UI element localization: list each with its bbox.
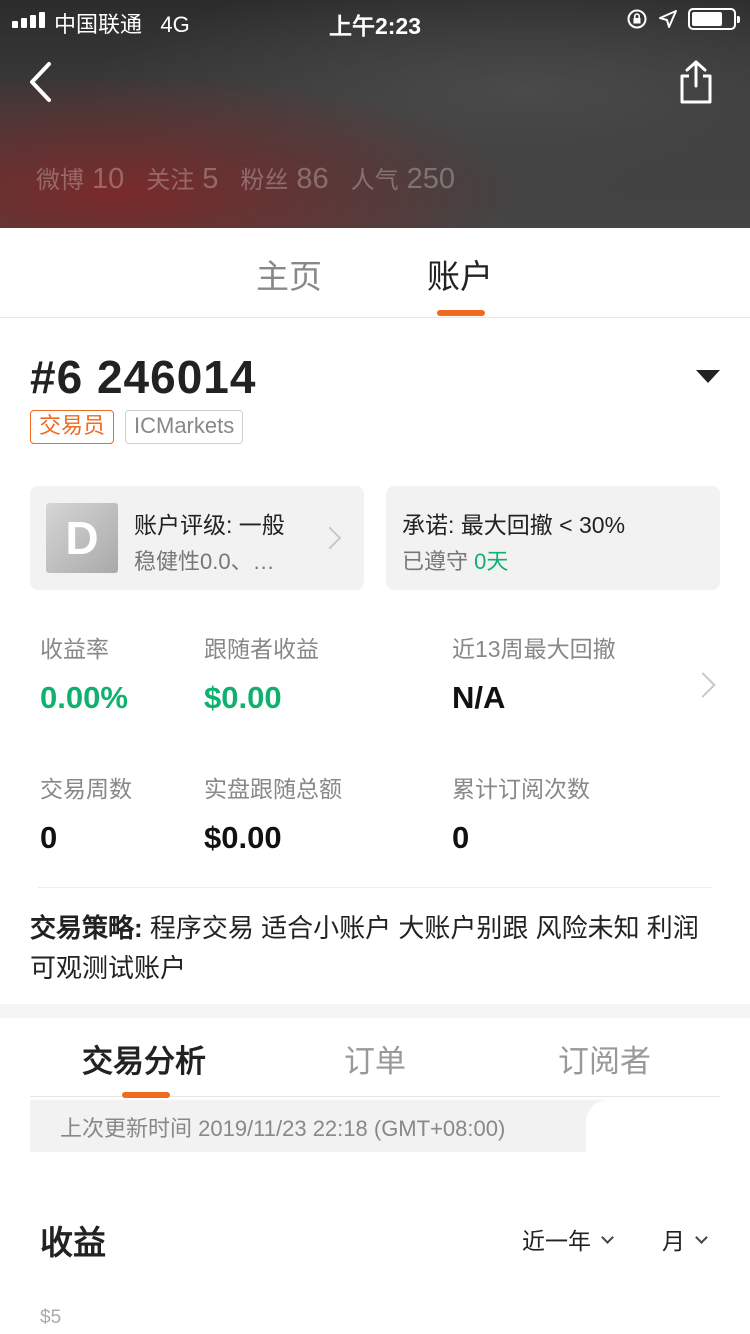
account-dropdown-arrow-icon[interactable] <box>696 370 720 383</box>
metric-value-trading-weeks: 0 <box>40 820 58 855</box>
stat-following[interactable]: 关注 5 <box>146 160 218 196</box>
metric-label-follower-profit: 跟随者收益 <box>204 636 319 662</box>
metric-value-follower-profit: $0.00 <box>204 680 282 715</box>
trader-tag: 交易员 <box>30 410 115 444</box>
tab-account[interactable]: 账户 <box>427 250 493 298</box>
metric-value-return: 0.00% <box>40 680 128 715</box>
metric-label-follow-total: 实盘跟随总额 <box>204 776 342 802</box>
tab-subscribers[interactable]: 订阅者 <box>558 1036 651 1081</box>
rating-title: 账户评级: 一般 <box>134 512 285 538</box>
promise-days: 0天 <box>474 549 509 574</box>
metric-value-subscriptions: 0 <box>452 820 470 855</box>
chevron-right-icon[interactable] <box>690 672 716 698</box>
last-updated-text: 上次更新时间 2019/11/23 22:18 (GMT+08:00) <box>60 1116 506 1141</box>
profile-stats: 微博 10 关注 5 粉丝 86 人气 250 <box>36 160 477 196</box>
account-id: #6 246014 <box>30 351 257 403</box>
period-select[interactable]: 月 <box>662 1222 708 1256</box>
strategy-label: 交易策略: <box>30 913 143 943</box>
metric-label-return: 收益率 <box>40 636 109 662</box>
rotation-lock-icon <box>627 9 647 29</box>
profile-tabs: 主页 账户 <box>0 228 750 318</box>
stat-popularity: 人气 250 <box>350 163 456 195</box>
chart-y-tick: $5 <box>40 1307 62 1328</box>
chevron-down-icon <box>695 1230 708 1244</box>
grade-badge: D <box>46 503 118 573</box>
stat-weibo[interactable]: 微博 10 <box>36 160 124 196</box>
share-button[interactable] <box>676 58 716 106</box>
location-icon <box>659 10 677 28</box>
metric-label-max-drawdown: 近13周最大回撤 <box>452 636 616 662</box>
range-select[interactable]: 近一年 <box>522 1222 614 1256</box>
metric-label-trading-weeks: 交易周数 <box>40 776 132 802</box>
last-updated-banner: 上次更新时间 2019/11/23 22:18 (GMT+08:00) <box>30 1100 720 1152</box>
profile-header: 中国联通 4G 上午2:23 微博 10 关注 5 粉丝 86 人气 250 <box>0 0 750 228</box>
active-tab-indicator <box>122 1092 170 1098</box>
share-icon <box>680 60 712 104</box>
account-page: 中国联通 4G 上午2:23 微博 10 关注 5 粉丝 86 人气 250 主页 账户… <box>0 0 750 1334</box>
promise-title: 承诺: 最大回撤 < 30% <box>402 512 626 538</box>
chevron-down-icon <box>601 1230 614 1244</box>
tab-orders[interactable]: 订单 <box>344 1036 406 1081</box>
broker-tag: ICMarkets <box>125 410 244 444</box>
rating-card[interactable]: D 账户评级: 一般 稳健性0.0、… <box>30 486 364 590</box>
divider <box>38 887 712 888</box>
section-gap <box>0 1004 750 1018</box>
tab-trade-analysis[interactable]: 交易分析 <box>82 1036 206 1081</box>
earnings-title: 收益 <box>40 1224 106 1261</box>
stat-followers[interactable]: 粉丝 86 <box>240 160 328 196</box>
battery-icon <box>688 8 740 30</box>
active-tab-indicator <box>437 310 485 316</box>
chevron-right-icon <box>318 526 342 550</box>
metric-label-subscriptions: 累计订阅次数 <box>452 776 590 802</box>
trading-strategy: 交易策略: 程序交易 适合小账户 大账户别跟 风险未知 利润可观测试账户 <box>30 908 720 988</box>
metric-value-follow-total: $0.00 <box>204 820 282 855</box>
status-bar: 中国联通 4G 上午2:23 <box>0 0 750 40</box>
chevron-left-icon <box>30 62 51 102</box>
tab-home[interactable]: 主页 <box>256 250 322 298</box>
metric-value-max-drawdown: N/A <box>452 680 506 715</box>
rating-subtitle: 稳健性0.0、… <box>134 549 275 574</box>
promise-card: 承诺: 最大回撤 < 30% 已遵守 0天 <box>386 486 720 590</box>
promise-status: 已遵守 0天 <box>402 549 509 574</box>
back-button[interactable] <box>22 58 62 106</box>
